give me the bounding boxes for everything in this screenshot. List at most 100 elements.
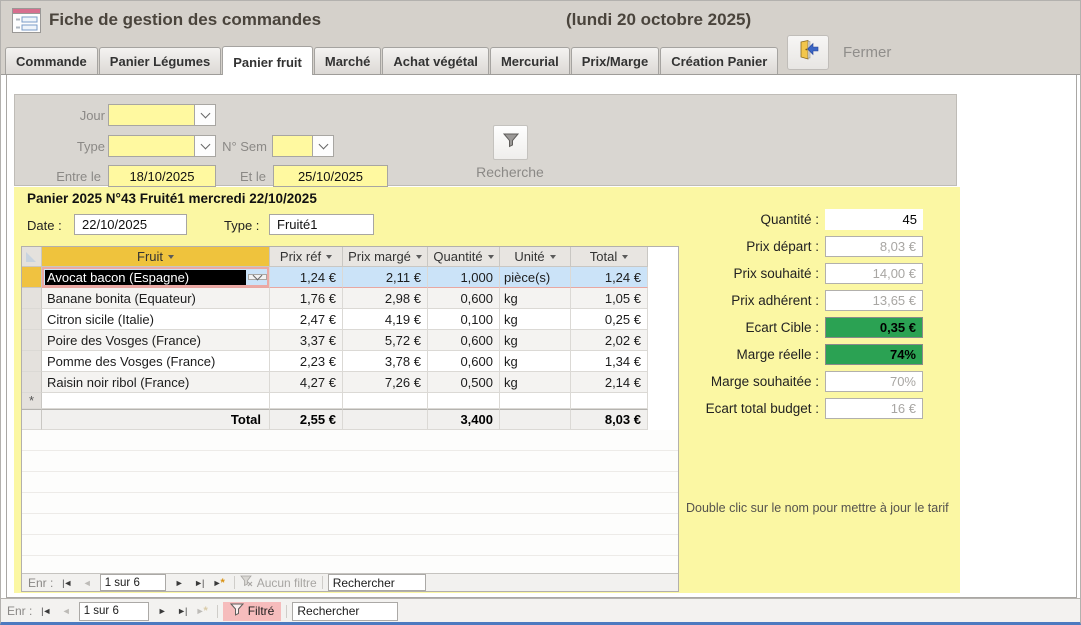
- tab-panier-legumes[interactable]: Panier Légumes: [99, 47, 221, 74]
- cell-fruit[interactable]: Citron sicile (Italie): [42, 309, 270, 330]
- jour-combobox[interactable]: [108, 104, 216, 126]
- funnel-icon: [502, 131, 520, 154]
- cell-prix-marge[interactable]: 2,98 €: [343, 288, 428, 309]
- quantite-field[interactable]: 45: [825, 209, 923, 230]
- filtered-indicator[interactable]: Filtré: [223, 602, 282, 621]
- table-row[interactable]: Avocat bacon (Espagne) 1,24 € 2,11 € 1,0…: [22, 267, 648, 288]
- row-selector[interactable]: [22, 351, 42, 372]
- cell-quantite[interactable]: 0,600: [428, 330, 500, 351]
- cell-prix-marge[interactable]: 3,78 €: [343, 351, 428, 372]
- new-record-button[interactable]: ►*: [192, 604, 212, 619]
- tab-creation-panier[interactable]: Création Panier: [660, 47, 778, 74]
- cell-quantite[interactable]: 0,500: [428, 372, 500, 393]
- column-dropdown-icon[interactable]: [550, 255, 556, 259]
- cell-quantite[interactable]: 0,600: [428, 288, 500, 309]
- column-dropdown-icon[interactable]: [622, 255, 628, 259]
- panier-type-field[interactable]: Fruité1: [269, 214, 374, 235]
- column-header-fruit[interactable]: Fruit: [42, 247, 270, 267]
- cell-prix-ref[interactable]: 4,27 €: [270, 372, 343, 393]
- close-form-button[interactable]: [787, 35, 829, 70]
- cell-prix-ref[interactable]: 1,76 €: [270, 288, 343, 309]
- next-record-button[interactable]: ►: [169, 575, 189, 590]
- jour-dropdown-icon[interactable]: [194, 105, 215, 125]
- panier-date-field[interactable]: 22/10/2025: [74, 214, 187, 235]
- row-selector[interactable]: [22, 330, 42, 351]
- recherche-button[interactable]: [493, 125, 528, 160]
- date-fin-field[interactable]: 25/10/2025: [273, 165, 388, 187]
- tab-mercurial[interactable]: Mercurial: [490, 47, 570, 74]
- column-dropdown-icon[interactable]: [488, 255, 494, 259]
- column-dropdown-icon[interactable]: [168, 255, 174, 259]
- date-label: Date :: [27, 218, 62, 233]
- num-sem-combobox[interactable]: [272, 135, 334, 157]
- select-all-corner[interactable]: [22, 247, 42, 267]
- date-debut-field[interactable]: 18/10/2025: [108, 165, 216, 187]
- table-row[interactable]: Poire des Vosges (France) 3,37 € 5,72 € …: [22, 330, 648, 351]
- cell-unite[interactable]: kg: [500, 288, 571, 309]
- num-sem-dropdown-icon[interactable]: [312, 136, 333, 156]
- cell-quantite[interactable]: 0,100: [428, 309, 500, 330]
- column-dropdown-icon[interactable]: [326, 255, 332, 259]
- tab-achat-vegetal[interactable]: Achat végétal: [382, 47, 489, 74]
- cell-fruit[interactable]: Poire des Vosges (France): [42, 330, 270, 351]
- table-row[interactable]: Citron sicile (Italie) 2,47 € 4,19 € 0,1…: [22, 309, 648, 330]
- row-selector-current[interactable]: [22, 267, 42, 288]
- cell-quantite[interactable]: 1,000: [428, 267, 500, 288]
- new-record-row[interactable]: *: [22, 393, 648, 409]
- row-selector[interactable]: [22, 288, 42, 309]
- cell-fruit[interactable]: Pomme des Vosges (France): [42, 351, 270, 372]
- cell-empty[interactable]: [343, 393, 428, 409]
- column-header-unite[interactable]: Unité: [500, 247, 571, 267]
- previous-record-button[interactable]: ◄: [77, 575, 97, 590]
- first-record-button[interactable]: |◄: [57, 575, 77, 590]
- fruit-dropdown-icon[interactable]: [248, 274, 267, 280]
- cell-empty[interactable]: [428, 393, 500, 409]
- cell-prix-marge[interactable]: 5,72 €: [343, 330, 428, 351]
- cell-empty[interactable]: [270, 393, 343, 409]
- column-dropdown-icon[interactable]: [416, 255, 422, 259]
- column-header-prix-ref[interactable]: Prix réf: [270, 247, 343, 267]
- cell-unite[interactable]: kg: [500, 372, 571, 393]
- cell-prix-ref[interactable]: 2,23 €: [270, 351, 343, 372]
- form-search-input[interactable]: [292, 602, 398, 621]
- cell-prix-ref[interactable]: 3,37 €: [270, 330, 343, 351]
- cell-prix-marge[interactable]: 2,11 €: [343, 267, 428, 288]
- row-selector[interactable]: [22, 372, 42, 393]
- tab-strip: Commande Panier Légumes Panier fruit Mar…: [1, 41, 1080, 75]
- table-row[interactable]: Raisin noir ribol (France) 4,27 € 7,26 €…: [22, 372, 648, 393]
- type-combobox[interactable]: [108, 135, 216, 157]
- tab-prix-marge[interactable]: Prix/Marge: [571, 47, 659, 74]
- cell-quantite[interactable]: 0,600: [428, 351, 500, 372]
- cell-unite[interactable]: pièce(s): [500, 267, 571, 288]
- column-header-quantite[interactable]: Quantité: [428, 247, 500, 267]
- cell-prix-ref[interactable]: 1,24 €: [270, 267, 343, 288]
- next-record-button[interactable]: ►: [152, 604, 172, 619]
- cell-fruit[interactable]: Banane bonita (Equateur): [42, 288, 270, 309]
- entre-le-label: Entre le: [28, 169, 101, 184]
- type-dropdown-icon[interactable]: [194, 136, 215, 156]
- new-record-button[interactable]: ►*: [209, 575, 229, 590]
- row-selector[interactable]: [22, 309, 42, 330]
- first-record-button[interactable]: |◄: [36, 604, 56, 619]
- cell-prix-marge[interactable]: 4,19 €: [343, 309, 428, 330]
- fruit-combobox-cell[interactable]: Avocat bacon (Espagne): [42, 267, 270, 288]
- last-record-button[interactable]: ►|: [189, 575, 209, 590]
- tab-commande[interactable]: Commande: [5, 47, 98, 74]
- cell-unite[interactable]: kg: [500, 330, 571, 351]
- cell-prix-marge[interactable]: 7,26 €: [343, 372, 428, 393]
- cell-empty[interactable]: [500, 393, 571, 409]
- cell-fruit[interactable]: Raisin noir ribol (France): [42, 372, 270, 393]
- cell-prix-ref[interactable]: 2,47 €: [270, 309, 343, 330]
- last-record-button[interactable]: ►|: [172, 604, 192, 619]
- column-header-prix-marge[interactable]: Prix margé: [343, 247, 428, 267]
- subform-search-input[interactable]: [328, 574, 426, 591]
- cell-fruit-empty[interactable]: [42, 393, 270, 409]
- cell-unite[interactable]: kg: [500, 351, 571, 372]
- tab-panier-fruit[interactable]: Panier fruit: [222, 46, 313, 75]
- cell-unite[interactable]: kg: [500, 309, 571, 330]
- no-filter-indicator[interactable]: Aucun filtre: [240, 575, 317, 590]
- tab-marche[interactable]: Marché: [314, 47, 382, 74]
- table-row[interactable]: Banane bonita (Equateur) 1,76 € 2,98 € 0…: [22, 288, 648, 309]
- table-row[interactable]: Pomme des Vosges (France) 2,23 € 3,78 € …: [22, 351, 648, 372]
- previous-record-button[interactable]: ◄: [56, 604, 76, 619]
